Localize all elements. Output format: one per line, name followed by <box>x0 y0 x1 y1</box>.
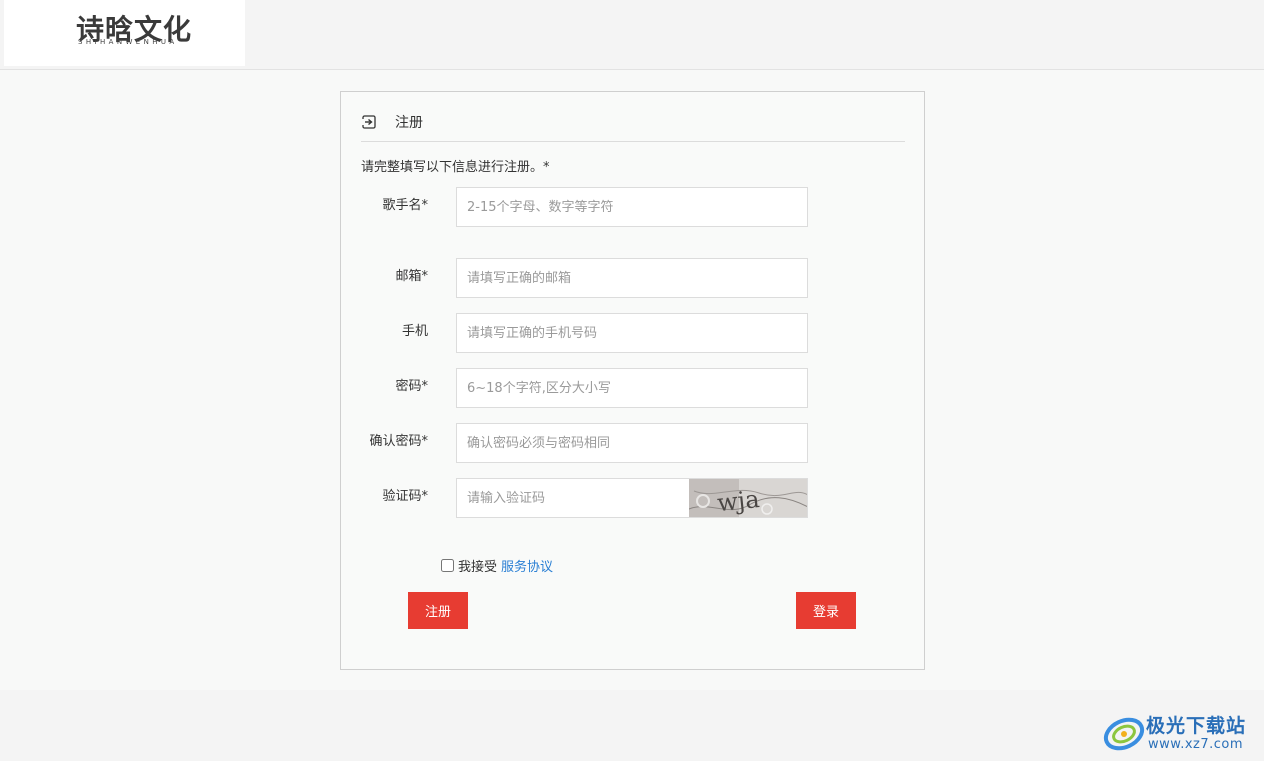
confirm-password-input[interactable] <box>456 423 808 463</box>
confirm-password-label: 确认密码* <box>369 434 428 449</box>
captcha-graphic: wja <box>689 479 807 517</box>
agreement: 我接受 服务协议 <box>441 556 553 575</box>
password-input[interactable] <box>456 368 808 408</box>
confirm-password-row: 确认密码* <box>341 423 926 463</box>
phone-label: 手机 <box>401 324 428 339</box>
sign-in-icon <box>362 115 376 129</box>
footer-band <box>0 690 1264 761</box>
agree-checkbox[interactable] <box>441 558 454 572</box>
register-button[interactable]: 注册 <box>408 592 468 629</box>
panel-header: 注册 <box>361 112 905 142</box>
agree-label: 我接受 <box>458 559 498 575</box>
email-input[interactable] <box>456 258 808 298</box>
watermark-name: 极光下载站 <box>1146 715 1247 737</box>
captcha-label: 验证码* <box>382 489 428 504</box>
watermark: 极光下载站 www.xz7.com <box>1102 708 1258 758</box>
singer-name-row: 歌手名* <box>341 187 926 227</box>
logo-subtext: SHIHANWENHUA <box>78 38 178 46</box>
watermark-url: www.xz7.com <box>1148 737 1244 752</box>
panel-title: 注册 <box>395 115 423 131</box>
watermark-logo-icon <box>1103 717 1145 751</box>
captcha-row: 验证码* wja <box>341 478 926 518</box>
email-label: 邮箱* <box>395 269 428 284</box>
captcha-text: wja <box>716 485 761 517</box>
login-button[interactable]: 登录 <box>796 592 856 629</box>
service-agreement-link[interactable]: 服务协议 <box>501 556 553 575</box>
top-bar: 诗晗文化 SHIHANWENHUA <box>0 0 1264 70</box>
password-label: 密码* <box>395 379 428 394</box>
email-row: 邮箱* <box>341 258 926 298</box>
singer-name-label: 歌手名* <box>382 198 428 213</box>
register-panel: 注册 请完整填写以下信息进行注册。* 歌手名* 邮箱* 手机 密码* 确认密码*… <box>340 91 925 670</box>
site-logo[interactable]: 诗晗文化 SHIHANWENHUA <box>4 0 245 66</box>
phone-input[interactable] <box>456 313 808 353</box>
phone-row: 手机 <box>341 313 926 353</box>
password-row: 密码* <box>341 368 926 408</box>
captcha-image[interactable]: wja <box>689 478 808 518</box>
intro-text: 请完整填写以下信息进行注册。* <box>361 160 550 175</box>
singer-name-input[interactable] <box>456 187 808 227</box>
captcha-input[interactable] <box>456 478 689 518</box>
